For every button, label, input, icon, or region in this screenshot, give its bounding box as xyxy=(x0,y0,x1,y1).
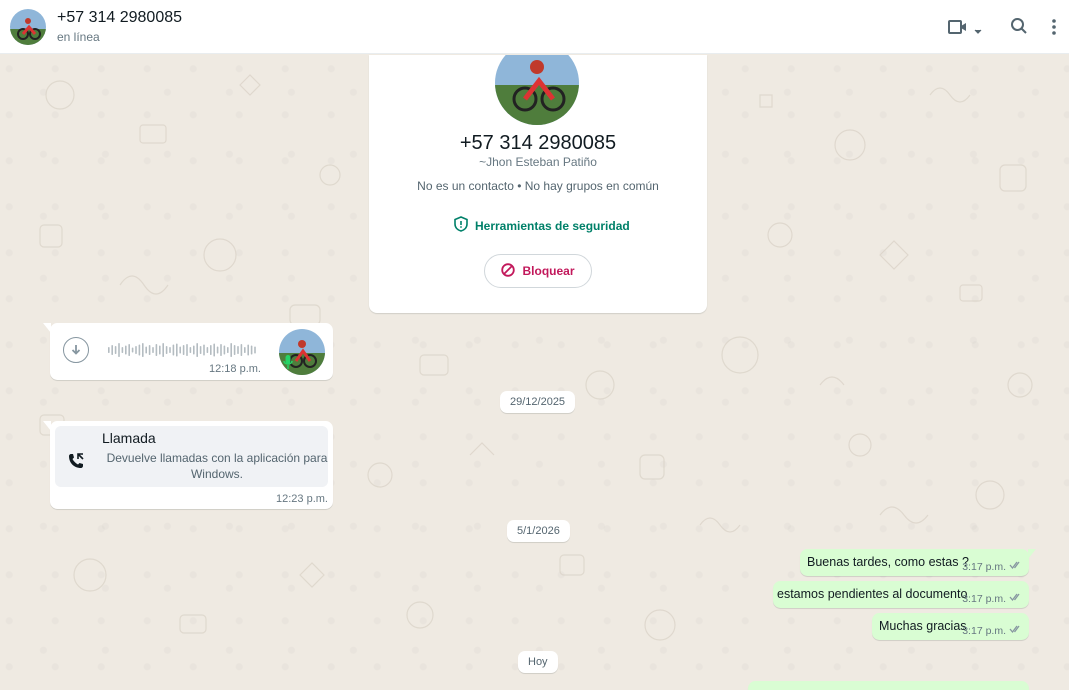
read-receipt-icon xyxy=(1009,560,1023,573)
date-separator: Hoy xyxy=(518,651,558,673)
message-time: 3:17 p.m. xyxy=(962,624,1006,637)
waveform-bar xyxy=(193,345,195,355)
waveform-bar xyxy=(138,344,141,356)
waveform-bar xyxy=(162,343,164,357)
waveform-bar xyxy=(179,346,181,354)
waveform-bar xyxy=(169,347,171,353)
security-tools-label: Herramientas de seguridad xyxy=(475,218,630,233)
waveform-bar xyxy=(227,347,229,353)
waveform-bar xyxy=(250,345,253,355)
waveform-bar xyxy=(210,345,212,355)
bubble-tail xyxy=(43,323,51,333)
block-icon xyxy=(501,262,516,280)
block-button[interactable]: Bloquear xyxy=(484,254,592,288)
waveform-bar xyxy=(128,344,130,356)
message-meta: 3:17 p.m. xyxy=(962,560,1023,573)
contact-status: en línea xyxy=(57,30,100,44)
waveform-bar xyxy=(165,346,168,354)
contact-avatar[interactable] xyxy=(10,9,46,45)
chat-header: +57 314 2980085 en línea xyxy=(0,0,1069,54)
missed-call-icon xyxy=(67,452,85,475)
waveform-bar xyxy=(111,345,113,355)
message-text: estamos pendientes al documento xyxy=(777,587,968,601)
contact-info-card: +57 314 2980085 ~Jhon Esteban Patiño No … xyxy=(369,55,707,313)
waveform-bar xyxy=(159,345,161,355)
waveform-bar xyxy=(118,343,120,357)
waveform-bar xyxy=(213,343,215,357)
waveform-bar xyxy=(220,344,222,356)
waveform-bar xyxy=(155,344,158,356)
waveform-bar xyxy=(203,344,205,356)
message-text: Muchas gracias xyxy=(879,619,967,633)
message-meta: 3:17 p.m. xyxy=(962,592,1023,605)
message-time: 3:17 p.m. xyxy=(962,560,1006,573)
waveform-bar xyxy=(145,346,147,354)
waveform-bar xyxy=(223,345,226,355)
microphone-icon xyxy=(283,354,293,375)
message-time: 12:18 p.m. xyxy=(209,363,261,375)
waveform-bar xyxy=(237,346,239,354)
profile-photo[interactable] xyxy=(495,55,579,125)
waveform-bar xyxy=(240,344,243,356)
waveform-bar xyxy=(176,343,178,357)
waveform-bar xyxy=(206,347,209,353)
call-title: Llamada xyxy=(102,430,156,446)
security-tools-link[interactable]: Herramientas de seguridad xyxy=(454,216,630,235)
waveform-bar xyxy=(131,347,134,353)
waveform-bar xyxy=(108,347,110,353)
waveform-bar xyxy=(182,345,185,355)
contact-name[interactable]: +57 314 2980085 xyxy=(57,9,182,27)
waveform-bar xyxy=(230,343,232,357)
call-message[interactable]: Llamada Devuelve llamadas con la aplicac… xyxy=(43,421,333,509)
download-icon[interactable] xyxy=(63,337,89,363)
voice-waveform[interactable] xyxy=(108,341,258,359)
bubble-tail xyxy=(43,421,51,431)
waveform-bar xyxy=(196,343,198,357)
message-time: 12:23 p.m. xyxy=(276,493,328,505)
waveform-bar xyxy=(247,344,249,356)
waveform-bar xyxy=(186,344,188,356)
shield-icon xyxy=(454,216,468,235)
waveform-bar xyxy=(233,345,236,355)
waveform-bar xyxy=(189,347,192,353)
waveform-bar xyxy=(254,346,256,354)
read-receipt-icon xyxy=(1009,624,1023,637)
message-time: 3:17 p.m. xyxy=(962,592,1006,605)
date-separator: 29/12/2025 xyxy=(500,391,576,413)
block-label: Bloquear xyxy=(522,264,575,278)
waveform-bar xyxy=(121,347,124,353)
menu-icon[interactable] xyxy=(1051,17,1057,42)
outgoing-message[interactable]: estamos pendientes al documento 3:17 p.m… xyxy=(773,581,1029,608)
video-call-icon[interactable] xyxy=(948,18,968,41)
waveform-bar xyxy=(216,346,219,354)
outgoing-message[interactable]: Muchas gracias 3:17 p.m. xyxy=(872,613,1029,640)
chevron-down-icon[interactable] xyxy=(974,22,982,40)
chat-area[interactable]: +57 314 2980085 ~Jhon Esteban Patiño No … xyxy=(0,55,1069,690)
waveform-bar xyxy=(172,344,175,356)
message-meta: 3:17 p.m. xyxy=(962,624,1023,637)
profile-meta: No es un contacto • No hay grupos en com… xyxy=(417,179,659,193)
call-description: Devuelve llamadas con la aplicación para… xyxy=(106,451,328,481)
profile-phone: +57 314 2980085 xyxy=(459,132,617,154)
date-separator: 5/1/2026 xyxy=(507,520,570,542)
waveform-bar xyxy=(114,346,117,354)
voice-message[interactable]: 12:18 p.m. xyxy=(43,323,333,380)
call-card[interactable]: Llamada Devuelve llamadas con la aplicac… xyxy=(55,426,328,487)
message-text: Buenas tardes, como estas ? xyxy=(807,555,969,569)
waveform-bar xyxy=(125,345,127,355)
waveform-bar xyxy=(135,346,137,354)
waveform-bar xyxy=(152,347,154,353)
profile-alias: ~Jhon Esteban Patiño xyxy=(479,155,597,169)
outgoing-message[interactable] xyxy=(748,681,1029,690)
waveform-bar xyxy=(199,346,202,354)
bubble-tail xyxy=(1028,549,1036,559)
outgoing-message[interactable]: Buenas tardes, como estas ? 3:17 p.m. xyxy=(800,549,1036,576)
search-icon[interactable] xyxy=(1010,17,1028,40)
waveform-bar xyxy=(148,345,151,355)
read-receipt-icon xyxy=(1009,592,1023,605)
waveform-bar xyxy=(142,343,144,357)
waveform-bar xyxy=(244,347,246,353)
